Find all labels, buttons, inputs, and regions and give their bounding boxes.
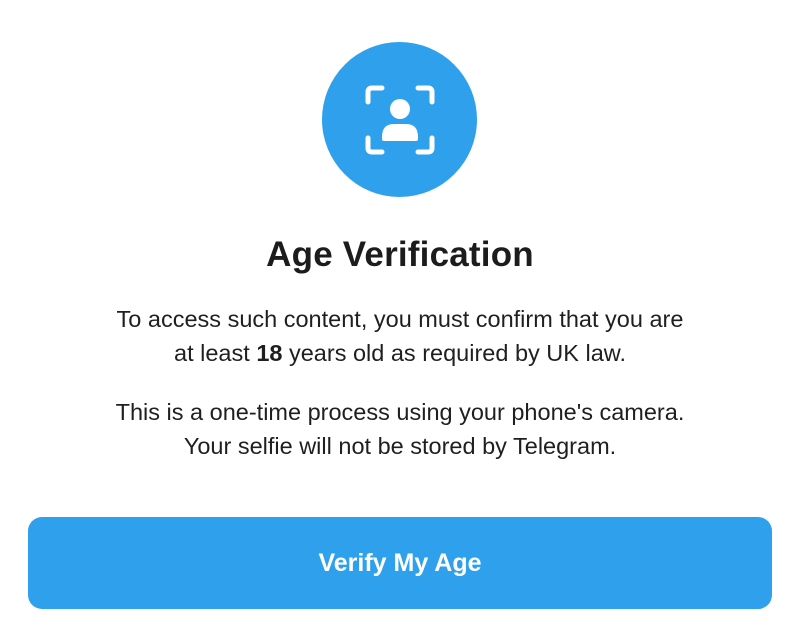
- process-line-2: Your selfie will not be stored by Telegr…: [183, 433, 617, 459]
- requirement-line-2-prefix: at least: [174, 340, 257, 366]
- age-verification-dialog: Age Verification To access such content,…: [0, 0, 800, 633]
- requirement-line-2: at least 18 years old as required by UK …: [0, 336, 800, 370]
- dialog-title: Age Verification: [266, 235, 534, 274]
- face-scan-glyph: [365, 85, 434, 154]
- requirement-line-1: To access such content, you must confirm…: [116, 306, 684, 332]
- age-requirement-value: 18: [256, 340, 283, 366]
- requirement-line-2-suffix: years old as required by UK law.: [282, 340, 626, 366]
- process-paragraph: This is a one-time process using your ph…: [0, 395, 800, 463]
- verify-my-age-button[interactable]: Verify My Age: [28, 517, 772, 609]
- requirement-paragraph: To access such content, you must confirm…: [0, 302, 800, 370]
- face-scan-icon: [322, 42, 477, 197]
- process-line-1: This is a one-time process using your ph…: [115, 399, 685, 425]
